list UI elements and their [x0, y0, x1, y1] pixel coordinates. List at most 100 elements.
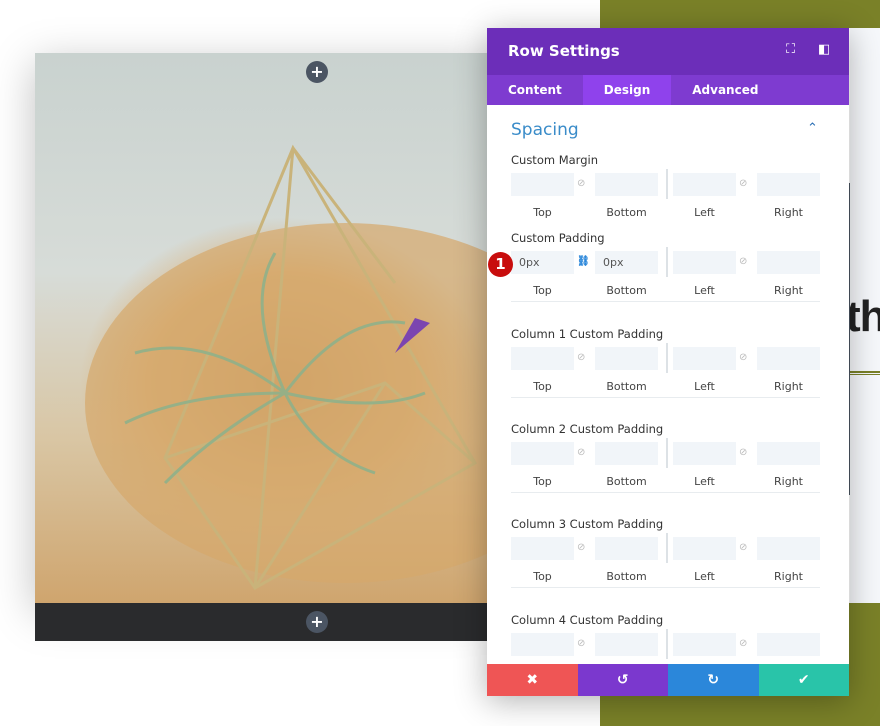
- tab-advanced[interactable]: Advanced: [671, 75, 779, 105]
- divider: [666, 438, 668, 468]
- right-label: Right: [774, 570, 803, 583]
- left-label: Left: [694, 206, 715, 219]
- group-label: Column 4 Custom Padding: [511, 613, 664, 627]
- panel-body: Spacing ⌃ Custom Margin Top Bottom Left Righ…: [487, 105, 849, 664]
- separator: [511, 587, 820, 588]
- top-input[interactable]: [511, 537, 574, 560]
- save-button[interactable]: ✔: [758, 664, 849, 696]
- link-icon[interactable]: ⊘: [739, 256, 747, 267]
- left-label: Left: [694, 380, 715, 393]
- fullscreen-icon[interactable]: ⛶: [786, 42, 795, 57]
- spacing-group: Column 4 Custom PaddingTopBottomLeftRigh…: [511, 613, 821, 659]
- top-label: Top: [533, 206, 552, 219]
- separator: [511, 492, 820, 493]
- top-input[interactable]: 0px: [511, 251, 574, 274]
- sidebar-toggle-icon[interactable]: ◧: [818, 42, 830, 57]
- divider: [666, 169, 668, 199]
- divider: [666, 533, 668, 563]
- top-label: Top: [533, 284, 552, 297]
- link-icon[interactable]: ⛓: [577, 256, 590, 267]
- spacing-group: Column 3 Custom Padding Top Bottom Left Righ…: [511, 517, 821, 583]
- top-label: Top: [533, 380, 552, 393]
- left-input[interactable]: [673, 347, 736, 370]
- right-label: Right: [774, 284, 803, 297]
- right-input[interactable]: [757, 442, 820, 465]
- add-section-button[interactable]: +: [306, 611, 328, 633]
- top-label: Top: [533, 570, 552, 583]
- divider: [666, 343, 668, 373]
- bottom-input[interactable]: 0px: [595, 251, 658, 274]
- bottom-input[interactable]: [595, 442, 658, 465]
- bottom-input[interactable]: [595, 173, 658, 196]
- right-label: Right: [774, 206, 803, 219]
- bottom-label: Bottom: [606, 206, 647, 219]
- bottom-input[interactable]: [595, 633, 658, 656]
- right-input[interactable]: [757, 633, 820, 656]
- left-label: Left: [694, 284, 715, 297]
- olive-section-top: [600, 0, 880, 28]
- separator: [511, 301, 820, 302]
- spacing-group: Custom Margin Top Bottom Left Right ⊘ ⊘: [511, 153, 821, 219]
- link-icon[interactable]: ⊘: [577, 352, 585, 363]
- air-plant-image: [35, 53, 487, 603]
- redo-button[interactable]: ↻: [668, 664, 759, 696]
- panel-header: Row Settings ⛶ ◧: [487, 28, 849, 75]
- bottom-label: Bottom: [606, 570, 647, 583]
- bottom-input[interactable]: [595, 537, 658, 560]
- top-label: Top: [533, 475, 552, 488]
- link-icon[interactable]: ⊘: [577, 638, 585, 649]
- tab-design[interactable]: Design: [582, 75, 672, 105]
- right-input[interactable]: [757, 251, 820, 274]
- spacing-group: Custom Padding 0px Top 0px Bottom Left Right ⛓ ⊘: [511, 231, 821, 297]
- bottom-input[interactable]: [595, 347, 658, 370]
- chevron-up-icon[interactable]: ⌃: [807, 121, 818, 136]
- top-input[interactable]: [511, 633, 574, 656]
- top-input[interactable]: [511, 173, 574, 196]
- divider-line: [850, 371, 880, 375]
- section-footer-bar: [35, 603, 487, 641]
- group-label: Column 1 Custom Padding: [511, 327, 664, 341]
- left-input[interactable]: [673, 173, 736, 196]
- right-label: Right: [774, 475, 803, 488]
- group-label: Custom Margin: [511, 153, 598, 167]
- left-label: Left: [694, 570, 715, 583]
- divider: [666, 247, 668, 277]
- right-label: Right: [774, 380, 803, 393]
- section-title[interactable]: Spacing: [511, 120, 579, 140]
- link-icon[interactable]: ⊘: [739, 447, 747, 458]
- add-row-button[interactable]: +: [306, 61, 328, 83]
- link-icon[interactable]: ⊘: [739, 638, 747, 649]
- left-input[interactable]: [673, 537, 736, 560]
- right-input[interactable]: [757, 173, 820, 196]
- background-heading: th: [846, 292, 880, 341]
- top-input[interactable]: [511, 442, 574, 465]
- link-icon[interactable]: ⊘: [739, 352, 747, 363]
- right-input[interactable]: [757, 537, 820, 560]
- separator: [511, 397, 820, 398]
- left-input[interactable]: [673, 251, 736, 274]
- link-icon[interactable]: ⊘: [739, 542, 747, 553]
- cancel-button[interactable]: ✖: [487, 664, 578, 696]
- undo-button[interactable]: ↺: [577, 664, 668, 696]
- bottom-label: Bottom: [606, 284, 647, 297]
- left-label: Left: [694, 475, 715, 488]
- link-icon[interactable]: ⊘: [739, 178, 747, 189]
- left-input[interactable]: [673, 442, 736, 465]
- panel-footer: ✖ ↺ ↻ ✔: [487, 664, 849, 696]
- row-settings-panel: Row Settings ⛶ ◧ Content Design Advanced…: [487, 28, 849, 696]
- group-label: Column 2 Custom Padding: [511, 422, 664, 436]
- link-icon[interactable]: ⊘: [577, 178, 585, 189]
- link-icon[interactable]: ⊘: [577, 447, 585, 458]
- link-icon[interactable]: ⊘: [577, 542, 585, 553]
- right-input[interactable]: [757, 347, 820, 370]
- left-input[interactable]: [673, 633, 736, 656]
- spacing-group: Column 1 Custom Padding Top Bottom Left Righ…: [511, 327, 821, 393]
- panel-tabs: Content Design Advanced: [487, 75, 849, 105]
- bottom-label: Bottom: [606, 475, 647, 488]
- step-badge: 1: [488, 252, 513, 277]
- panel-title: Row Settings: [508, 42, 620, 60]
- top-input[interactable]: [511, 347, 574, 370]
- group-label: Column 3 Custom Padding: [511, 517, 664, 531]
- divider: [666, 629, 668, 659]
- tab-content[interactable]: Content: [487, 75, 583, 105]
